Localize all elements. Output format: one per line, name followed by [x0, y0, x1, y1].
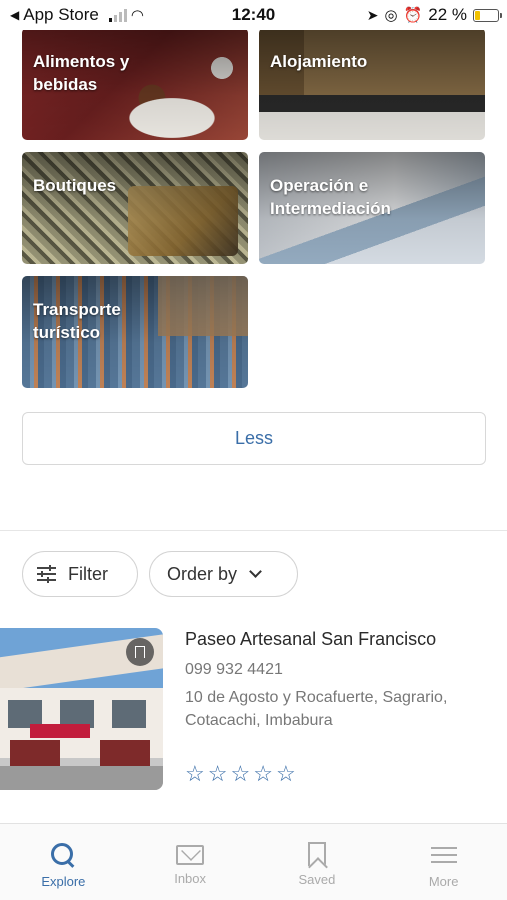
category-tile-alojamiento[interactable]: Alojamiento: [259, 28, 485, 140]
category-label: Operación e Intermediación: [270, 176, 391, 218]
listing-title[interactable]: Paseo Artesanal San Francisco: [185, 629, 436, 650]
category-tile-operacion[interactable]: Operación e Intermediación: [259, 152, 485, 264]
nav-explore[interactable]: Explore: [0, 824, 127, 900]
nav-inbox-label: Inbox: [174, 871, 207, 886]
section-divider: [0, 530, 507, 531]
alarm-icon: ⏰: [403, 7, 423, 24]
nav-saved[interactable]: Saved: [254, 824, 381, 900]
rating-stars[interactable]: ☆ ☆ ☆ ☆ ☆: [185, 762, 296, 786]
search-icon: [49, 842, 77, 868]
listing-address: 10 de Agosto y Rocafuerte, Sagrario, Cot…: [185, 689, 448, 729]
menu-icon: [430, 842, 457, 868]
nav-more[interactable]: More: [380, 824, 507, 900]
location-arrow-icon: ➤: [366, 6, 379, 23]
battery-percent: 22 %: [428, 5, 467, 24]
category-tile-alimentos[interactable]: Alimentos y bebidas: [22, 28, 248, 140]
chevron-down-icon: [249, 565, 262, 578]
battery-icon: [473, 8, 502, 22]
bookmark-icon: [307, 842, 326, 866]
star-icon[interactable]: ☆: [185, 762, 205, 786]
sliders-icon: [37, 565, 56, 583]
filter-button[interactable]: Filter: [22, 551, 138, 597]
listing-photo[interactable]: [0, 628, 163, 790]
star-icon[interactable]: ☆: [230, 762, 250, 786]
star-icon[interactable]: ☆: [253, 762, 273, 786]
star-icon[interactable]: ☆: [208, 762, 228, 786]
filter-label: Filter: [68, 563, 108, 584]
category-label: Transporte turístico: [33, 300, 121, 342]
category-tile-boutiques[interactable]: Boutiques: [22, 152, 248, 264]
status-bar: ◀ App Store ◠ 12:40 ➤ ◎ ⏰ 22 %: [0, 0, 507, 30]
less-button[interactable]: Less: [22, 412, 486, 465]
bookmark-icon[interactable]: [126, 638, 154, 666]
category-label: Boutiques: [33, 176, 117, 195]
mail-icon: [176, 845, 205, 865]
category-tile-transporte[interactable]: Transporte turístico: [22, 276, 248, 388]
nav-inbox[interactable]: Inbox: [127, 824, 254, 900]
orientation-lock-icon: ◎: [384, 7, 398, 24]
order-by-button[interactable]: Order by: [149, 551, 298, 597]
nav-more-label: More: [428, 874, 459, 889]
category-label: Alojamiento: [270, 52, 368, 71]
category-label: Alimentos y bebidas: [33, 52, 130, 94]
listing-card[interactable]: Paseo Artesanal San Francisco 099 932 44…: [0, 628, 507, 793]
listing-phone[interactable]: 099 932 4421: [185, 661, 283, 679]
bottom-nav: Explore Inbox Saved More: [0, 823, 507, 900]
order-by-label: Order by: [167, 563, 238, 584]
star-icon[interactable]: ☆: [276, 762, 296, 786]
nav-explore-label: Explore: [41, 874, 86, 889]
